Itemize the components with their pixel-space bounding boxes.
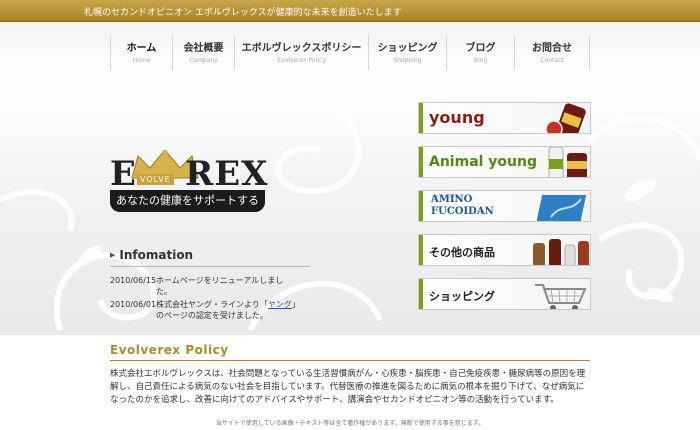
young-bottle-icon — [545, 103, 586, 133]
banner-fucoidan-label: FUCOIDAN — [431, 206, 494, 217]
news-date: 2010/06/01 — [110, 300, 157, 309]
logo-volve-band: VOLVE — [137, 174, 174, 185]
banner-animal-young[interactable]: Animal young — [418, 146, 591, 178]
fucoidan-box-icon — [537, 195, 587, 221]
banner-amino-label: AMINO — [431, 194, 473, 205]
banner-accent — [419, 147, 423, 177]
nav-policy-label: エボルヴレックスポリシー — [241, 43, 362, 54]
nav-company-label: 会社概要 — [183, 43, 224, 54]
news-item: 2010/06/01 株式会社ヤング・ラインより「ヤング」のページの認定を受けま… — [110, 299, 310, 321]
top-bar: 札幌のセカンドオピニオン エボルヴレックスが健康的な未来を創造いたします — [0, 0, 700, 22]
news-text: 株式会社ヤング・ラインより「ヤング」のページの認定を受けました。 — [156, 299, 298, 321]
decorative-swirl-left — [0, 97, 700, 332]
nav-home[interactable]: ホーム Home — [110, 36, 172, 70]
nav-contact[interactable]: お問合せ Contact — [514, 36, 590, 70]
banner-animal-label: Animal young — [429, 154, 538, 170]
nav-home-sublabel: Home — [132, 57, 151, 64]
banner-other-label: その他の商品 — [429, 246, 495, 259]
logo-letter-e: E — [110, 154, 136, 194]
information-heading: ▶ Infomation — [110, 248, 310, 262]
nav-blog-sublabel: Blog — [473, 57, 488, 64]
news-date: 2010/06/15 — [110, 276, 157, 285]
arrow-right-icon: ▶ — [110, 251, 116, 259]
banner-other-products[interactable]: その他の商品 — [418, 234, 591, 266]
nav-home-label: ホーム — [126, 43, 157, 54]
main-nav: ホーム Home 会社概要 Company エボルヴレックスポリシー Evolv… — [110, 36, 590, 70]
slogan-banner: あなたの健康をサポートする — [110, 190, 265, 212]
banner-amino-fucoidan[interactable]: アミノフコイダン AMINO FUCOIDAN — [418, 190, 591, 222]
policy-text: 株式会社エボルヴレックスは、社会問題となっている生活習慣病がん・心疾患・脳疾患・… — [110, 369, 586, 405]
news-list: 2010/06/15 ホームページをリニューアルしました。 2010/06/01… — [110, 275, 310, 321]
nav-blog-label: ブログ — [465, 43, 496, 54]
products-group-icon — [533, 239, 589, 265]
hero-area: E VOLVE REX あなたの健康をサポートする ▶ Infomation 2… — [0, 80, 700, 335]
news-text-before: 株式会社ヤング・ラインより「 — [156, 300, 268, 309]
policy-section: Evolverex Policy 株式会社エボルヴレックスは、社会問題となってい… — [110, 343, 590, 407]
banner-accent — [419, 235, 423, 265]
divider — [110, 266, 310, 267]
nav-shopping-sublabel: Shopping — [393, 57, 422, 64]
information-section: ▶ Infomation 2010/06/15 ホームページをリニューアルしまし… — [110, 248, 310, 323]
information-title: Infomation — [119, 248, 194, 262]
nav-blog[interactable]: ブログ Blog — [446, 36, 514, 70]
header: ホーム Home 会社概要 Company エボルヴレックスポリシー Evolv… — [0, 22, 700, 80]
nav-policy[interactable]: エボルヴレックスポリシー Evolverex Policy — [234, 36, 368, 70]
news-text: ホームページをリニューアルしました。 — [156, 276, 284, 296]
banner-shopping-label: ショッピング — [429, 290, 495, 303]
policy-title: Evolverex Policy — [110, 343, 229, 357]
young-link[interactable]: ヤング — [268, 300, 292, 309]
nav-contact-sublabel: Contact — [540, 57, 564, 64]
nav-policy-sublabel: Evolverex Policy — [277, 57, 326, 64]
divider — [110, 360, 590, 361]
banner-young-label: young — [429, 108, 485, 127]
news-item: 2010/06/15 ホームページをリニューアルしました。 — [110, 275, 310, 297]
banner-accent — [419, 103, 423, 133]
site-tagline: 札幌のセカンドオピニオン エボルヴレックスが健康的な未来を創造いたします — [84, 8, 402, 18]
banner-accent — [419, 279, 423, 309]
logo-rex: REX — [185, 154, 269, 194]
nav-contact-label: お問合せ — [532, 43, 572, 54]
banner-accent — [419, 191, 423, 221]
banner-young[interactable]: young — [418, 102, 591, 134]
nav-shopping[interactable]: ショッピング Shopping — [368, 36, 446, 70]
animal-bottle-icon — [548, 147, 587, 177]
product-banners: young Animal young アミノフコイダン AMINO FUCOID… — [418, 102, 593, 322]
nav-shopping-label: ショッピング — [377, 43, 438, 54]
nav-company-sublabel: Company — [189, 57, 218, 64]
shopping-cart-icon — [535, 284, 587, 309]
footer-copyright: 当サイトで使用している画像・テキスト等は全て著作権があります。無断で使用する事を… — [215, 420, 485, 427]
banner-shopping[interactable]: ショッピング — [418, 278, 591, 310]
nav-company[interactable]: 会社概要 Company — [172, 36, 234, 70]
